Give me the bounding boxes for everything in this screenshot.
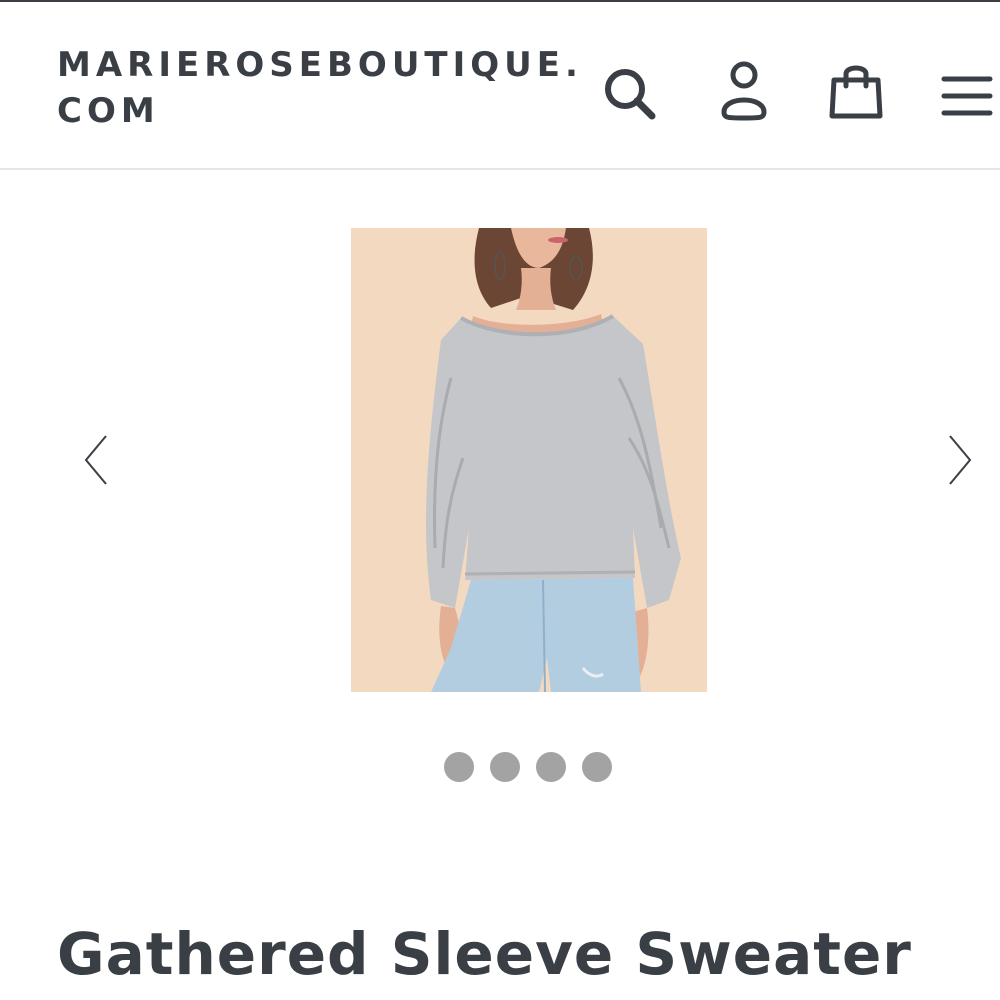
account-button[interactable] — [716, 60, 772, 122]
product-gallery — [0, 172, 1000, 812]
logo-line-2: COM — [57, 91, 160, 131]
slide-dot-4[interactable] — [582, 752, 612, 782]
product-title: Gathered Sleeve Sweater — [57, 920, 912, 988]
cart-button[interactable] — [826, 62, 886, 122]
logo-line-1: MARIEROSEBOUTIQUE. — [57, 45, 583, 85]
chevron-right-icon — [949, 435, 972, 485]
product-photo — [351, 228, 707, 692]
slide-dot-1[interactable] — [444, 752, 474, 782]
search-button[interactable] — [600, 64, 660, 124]
slide-dot-3[interactable] — [536, 752, 566, 782]
hamburger-menu-icon — [941, 76, 993, 116]
previous-slide-button[interactable] — [80, 430, 112, 495]
search-icon — [605, 69, 656, 120]
chevron-left-icon — [84, 435, 107, 485]
slide-dot-2[interactable] — [490, 752, 520, 782]
shopping-bag-icon — [829, 65, 883, 119]
menu-button[interactable] — [940, 74, 994, 118]
slide-indicator — [444, 752, 612, 782]
site-header: MARIEROSEBOUTIQUE. COM — [0, 2, 1000, 170]
site-logo[interactable]: MARIEROSEBOUTIQUE. COM — [57, 42, 583, 134]
product-image[interactable] — [351, 228, 707, 692]
next-slide-button[interactable] — [944, 430, 976, 495]
account-icon — [721, 61, 767, 121]
